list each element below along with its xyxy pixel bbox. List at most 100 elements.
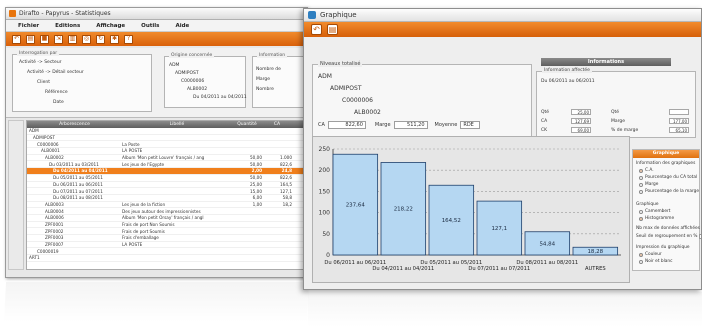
criteria-line[interactable]: Client xyxy=(37,80,50,85)
radio-icon[interactable] xyxy=(639,259,643,264)
radio-icon[interactable] xyxy=(639,209,643,214)
radio-icon[interactable] xyxy=(639,189,643,194)
table-row[interactable]: ALB0004 Des jeux autour des impressionnis… xyxy=(27,208,304,215)
help-icon[interactable]: ? xyxy=(124,34,133,44)
table-row[interactable]: C0000019 xyxy=(27,248,304,256)
radio-icon[interactable] xyxy=(639,182,643,187)
table-row[interactable]: Du 03/2011 au 03/2011 Les jeux de l'Egypt… xyxy=(27,161,304,169)
radio-icon[interactable] xyxy=(639,168,643,173)
cell-libelle: Frais de port Non Soumis xyxy=(122,221,175,227)
table-row[interactable]: ZPF0001 Frais de port Non Soumis xyxy=(27,222,304,229)
option-opts1-1[interactable]: Pourcentage du CA total xyxy=(639,175,697,180)
cell-quantite: 50,00 xyxy=(250,155,262,161)
criteria-group-label: Interrogation par xyxy=(17,51,60,56)
back-icon[interactable]: ↶ xyxy=(311,24,322,35)
cell-ca: 18,2 xyxy=(282,201,292,207)
criteria-line[interactable]: Activité -> Détail secteur xyxy=(27,70,84,75)
table-row[interactable]: Du 07/2011 au 07/2011 15,00 127,1 xyxy=(27,188,304,195)
table-row[interactable]: C0000006 La Poste xyxy=(27,141,304,149)
origin-line: C0000006 xyxy=(181,79,205,84)
export-icon[interactable]: ⇲ xyxy=(54,34,63,44)
ck-info-label: CK xyxy=(541,128,548,133)
col-ca[interactable]: CA xyxy=(262,122,292,127)
menu-aide[interactable]: Aide xyxy=(175,23,189,29)
niveau-line: ADM xyxy=(318,73,332,80)
chart-titlebar[interactable]: Graphique xyxy=(304,9,701,22)
window-reflection xyxy=(3,282,310,322)
cell-arborescence: ZPF0001 xyxy=(45,221,64,227)
chart-options-panel: Graphique Information des graphiques C.A… xyxy=(632,149,701,271)
table-row[interactable]: ART1 xyxy=(27,255,304,262)
grid-body: ADM ADMIPOST C0000006 La Poste ALB0001 LA POS… xyxy=(27,128,304,262)
settings-icon[interactable]: ✱ xyxy=(110,34,119,44)
grid-header: Arborescence Libellé Quantité CA xyxy=(27,121,304,128)
zoom-icon[interactable]: ◎ xyxy=(82,34,91,44)
cell-arborescence: Du 06/2011 au 06/2011 xyxy=(53,181,103,187)
col-arborescence[interactable]: Arborescence xyxy=(27,122,122,127)
niveaux-group-label: Niveaux totalisé xyxy=(318,61,363,67)
info-group-label: Information xyxy=(257,53,288,58)
totals-row: CA 822,60 Marge 511,20 Moyenne RDE xyxy=(318,121,481,129)
bar-value-label: 237,64 xyxy=(346,203,366,209)
print-icon[interactable]: ▤ xyxy=(26,34,35,44)
criteria-line[interactable]: Référence xyxy=(45,90,68,95)
cell-arborescence: ALB0002 xyxy=(45,155,64,161)
y-tick-label: 0 xyxy=(326,252,330,259)
table-row[interactable]: ALB0003 Les jeux de la fiction 1,00 18,2 xyxy=(27,202,304,209)
statistics-toolbar: ↶ ▤ ■ ⇲ ▥ ◎ ↻ ✱ ? xyxy=(6,32,307,46)
undo-icon[interactable]: ↶ xyxy=(12,34,21,44)
criteria-line[interactable]: Activité -> Secteur xyxy=(19,60,62,65)
chart-icon[interactable]: ▥ xyxy=(68,34,77,44)
option-opts1-3[interactable]: Pourcentage de la marge xyxy=(639,189,699,194)
table-row[interactable]: Du 05/2011 au 05/2011 50,00 822,6 xyxy=(27,175,304,182)
cell-libelle: LA POSTE xyxy=(122,148,143,154)
qte-value: 25,00 xyxy=(571,109,591,115)
table-row[interactable]: ADMIPOST xyxy=(27,135,304,142)
table-row[interactable]: Du 08/2011 au 08/2011 6,00 58,8 xyxy=(27,195,304,202)
menubar: Fichier Editions Affichage Outils Aide xyxy=(6,20,307,32)
option-opts3-0[interactable]: Couleur xyxy=(639,252,662,257)
option-opts2-1[interactable]: Histogramme xyxy=(639,216,674,221)
print-icon[interactable]: ▤ xyxy=(327,24,338,35)
option-opts1-0[interactable]: C.A. xyxy=(639,168,654,173)
table-row[interactable]: ZPF0002 Frais de port Soumis xyxy=(27,228,304,235)
menu-outils[interactable]: Outils xyxy=(141,23,159,29)
moyenne-label: Moyenne xyxy=(434,122,458,128)
radio-icon[interactable] xyxy=(639,216,643,221)
table-row[interactable]: ALB0002 Album 'Mon petit Louvre' français… xyxy=(27,155,304,162)
menu-fichier[interactable]: Fichier xyxy=(18,23,39,29)
niveau-line: ALB0002 xyxy=(354,109,381,116)
qte2-value xyxy=(669,109,689,115)
cell-libelle: Album 'Mon petit Orsay' français / angl xyxy=(122,215,204,221)
table-row[interactable]: ALB0001 LA POSTE xyxy=(27,148,304,155)
radio-icon[interactable] xyxy=(639,252,643,257)
statistics-titlebar[interactable]: Dirafto - Papyrus - Statistiques xyxy=(6,8,307,20)
table-row[interactable]: Du 06/2011 au 06/2011 25,00 164,5 xyxy=(27,182,304,189)
table-row[interactable]: ADM xyxy=(27,128,304,135)
criteria-line[interactable]: Date xyxy=(53,100,64,105)
option-opts3-1[interactable]: Noir et blanc xyxy=(639,259,673,264)
chart-type-group-label: Graphique xyxy=(636,202,659,207)
options-group-label: Information des graphiques xyxy=(636,161,696,166)
y-tick-label: 50 xyxy=(322,231,330,238)
info-line: Nombre de xyxy=(256,67,281,72)
table-row[interactable]: ZPF0007 LA POSTE xyxy=(27,242,304,249)
option-opts1-2[interactable]: Marge xyxy=(639,182,658,187)
field-label: Nb max de données affichées xyxy=(636,226,700,231)
table-row[interactable]: ZPF0003 Frais d'emballage xyxy=(27,235,304,242)
origin-group-label: Origine concernée xyxy=(169,53,215,58)
refresh-icon[interactable]: ↻ xyxy=(96,34,105,44)
cell-quantite: 6,00 xyxy=(252,195,262,201)
col-libelle[interactable]: Libellé xyxy=(122,122,232,127)
qte-label: Qté xyxy=(541,110,550,115)
radio-icon[interactable] xyxy=(639,175,643,180)
menu-affichage[interactable]: Affichage xyxy=(96,23,125,29)
table-row[interactable]: ALB0006 Album 'Mon petit Orsay' français … xyxy=(27,215,304,222)
field-label: Seuil de regroupement en % xyxy=(636,234,698,239)
save-icon[interactable]: ■ xyxy=(40,34,49,44)
menu-editions[interactable]: Editions xyxy=(55,23,80,29)
statistics-title: Dirafto - Papyrus - Statistiques xyxy=(19,10,111,17)
option-opts2-0[interactable]: Camembert xyxy=(639,209,670,214)
table-row[interactable]: Du 04/2011 au 04/2011 2,00 24,8 xyxy=(27,168,304,175)
col-quantite[interactable]: Quantité xyxy=(232,122,262,127)
